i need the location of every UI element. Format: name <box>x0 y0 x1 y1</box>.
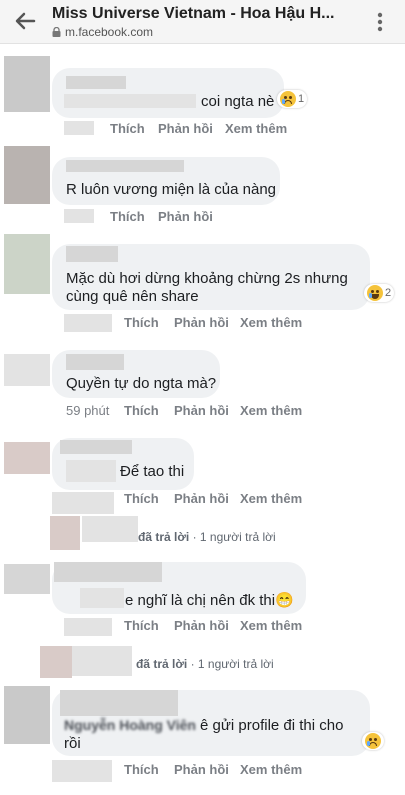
avatar[interactable] <box>4 442 50 474</box>
avatar[interactable] <box>4 234 50 294</box>
avatar[interactable] <box>4 564 50 594</box>
blurred-text <box>64 94 196 108</box>
comment-text-line-1: ê gửi profile đi thi cho <box>200 717 344 734</box>
sad-face-icon <box>365 733 381 749</box>
avatar[interactable] <box>4 146 50 204</box>
reply-button[interactable]: Phản hồi <box>174 762 229 777</box>
avatar[interactable] <box>50 516 80 550</box>
blurred-time <box>64 121 94 135</box>
see-more-button[interactable]: Xem thêm <box>240 618 302 633</box>
lock-icon <box>52 27 61 37</box>
blurred-time <box>52 492 114 514</box>
comment-text-line-1: Mặc dù hơi dừng khoảng chừng 2s nhưng <box>66 270 348 287</box>
see-more-button[interactable]: Xem thêm <box>240 403 302 418</box>
reaction-summary[interactable]: 1 <box>277 90 308 108</box>
comment-text: e nghĩ là chị nên đk thi😁 <box>125 592 294 609</box>
see-more-button[interactable]: Xem thêm <box>240 491 302 506</box>
see-more-button[interactable]: Xem thêm <box>240 762 302 777</box>
commenter-name[interactable] <box>66 354 124 370</box>
timestamp: 59 phút <box>66 403 110 418</box>
blurred-text <box>66 460 116 482</box>
blurred-time <box>64 209 94 223</box>
see-more-button[interactable]: Xem thêm <box>240 315 302 330</box>
avatar[interactable] <box>40 646 72 678</box>
comment-text-line-2: rồi <box>64 735 81 752</box>
reply-button[interactable]: Phản hồi <box>158 209 213 224</box>
reply-button[interactable]: Phản hồi <box>158 121 213 136</box>
back-arrow-icon[interactable] <box>12 8 38 34</box>
blurred-time <box>52 760 112 782</box>
commenter-name[interactable] <box>60 690 178 716</box>
reply-summary[interactable]: đã trả lời · 1 người trả lời <box>138 530 276 544</box>
like-button[interactable]: Thích <box>124 618 159 633</box>
comment-text: Quyền tự do ngta mà? <box>66 375 217 392</box>
reply-summary[interactable]: đã trả lời · 1 người trả lời <box>136 657 274 671</box>
blurred-time <box>64 314 112 332</box>
page-title: Miss Universe Vietnam - Hoa Hậu H... <box>52 5 335 22</box>
comment-text: coi ngta nè <box>201 93 275 110</box>
like-button[interactable]: Thích <box>124 762 159 777</box>
avatar[interactable] <box>4 56 50 112</box>
reaction-summary[interactable] <box>362 732 384 750</box>
commenter-name[interactable] <box>66 246 118 262</box>
blurred-text <box>80 588 124 608</box>
comment-text-line-2: cùng quê nên share <box>66 288 199 305</box>
avatar[interactable] <box>4 354 50 386</box>
see-more-button[interactable]: Xem thêm <box>225 121 287 136</box>
reply-count: · 1 người trả lời <box>192 530 276 544</box>
reply-author[interactable] <box>82 516 138 542</box>
commenter-name[interactable] <box>60 440 132 454</box>
sad-face-icon <box>280 91 296 107</box>
url-text: m.facebook.com <box>65 25 154 39</box>
like-button[interactable]: Thích <box>124 403 159 418</box>
commenter-name[interactable] <box>54 562 162 582</box>
reply-button[interactable]: Phản hồi <box>174 491 229 506</box>
reaction-summary[interactable]: 2 <box>364 284 395 302</box>
commenter-name[interactable] <box>66 76 126 89</box>
reaction-count: 1 <box>298 93 305 105</box>
reply-count: · 1 người trả lời <box>190 657 274 671</box>
browser-top-bar: Miss Universe Vietnam - Hoa Hậu H... m.f… <box>0 0 405 44</box>
reply-button[interactable]: Phản hồi <box>174 403 229 418</box>
reaction-count: 2 <box>385 287 392 299</box>
reply-author[interactable] <box>72 646 132 676</box>
like-button[interactable]: Thích <box>110 209 145 224</box>
mention-tag[interactable]: Nguyễn Hoàng Viên <box>64 717 196 733</box>
reply-button[interactable]: Phản hồi <box>174 315 229 330</box>
like-button[interactable]: Thích <box>124 315 159 330</box>
comment-text: Để tao thi <box>120 463 185 480</box>
reply-label: đã trả lời <box>136 657 188 671</box>
like-button[interactable]: Thích <box>124 491 159 506</box>
more-vertical-icon[interactable] <box>377 12 383 32</box>
blurred-time <box>64 618 112 636</box>
laughing-face-icon <box>367 285 383 301</box>
avatar[interactable] <box>4 686 50 744</box>
like-button[interactable]: Thích <box>110 121 145 136</box>
url-bar[interactable]: m.facebook.com <box>52 25 153 39</box>
reply-button[interactable]: Phản hồi <box>174 618 229 633</box>
reply-label: đã trả lời <box>138 530 190 544</box>
comment-text: R luôn vương miện là của nàng <box>66 181 276 198</box>
commenter-name[interactable] <box>66 160 184 172</box>
